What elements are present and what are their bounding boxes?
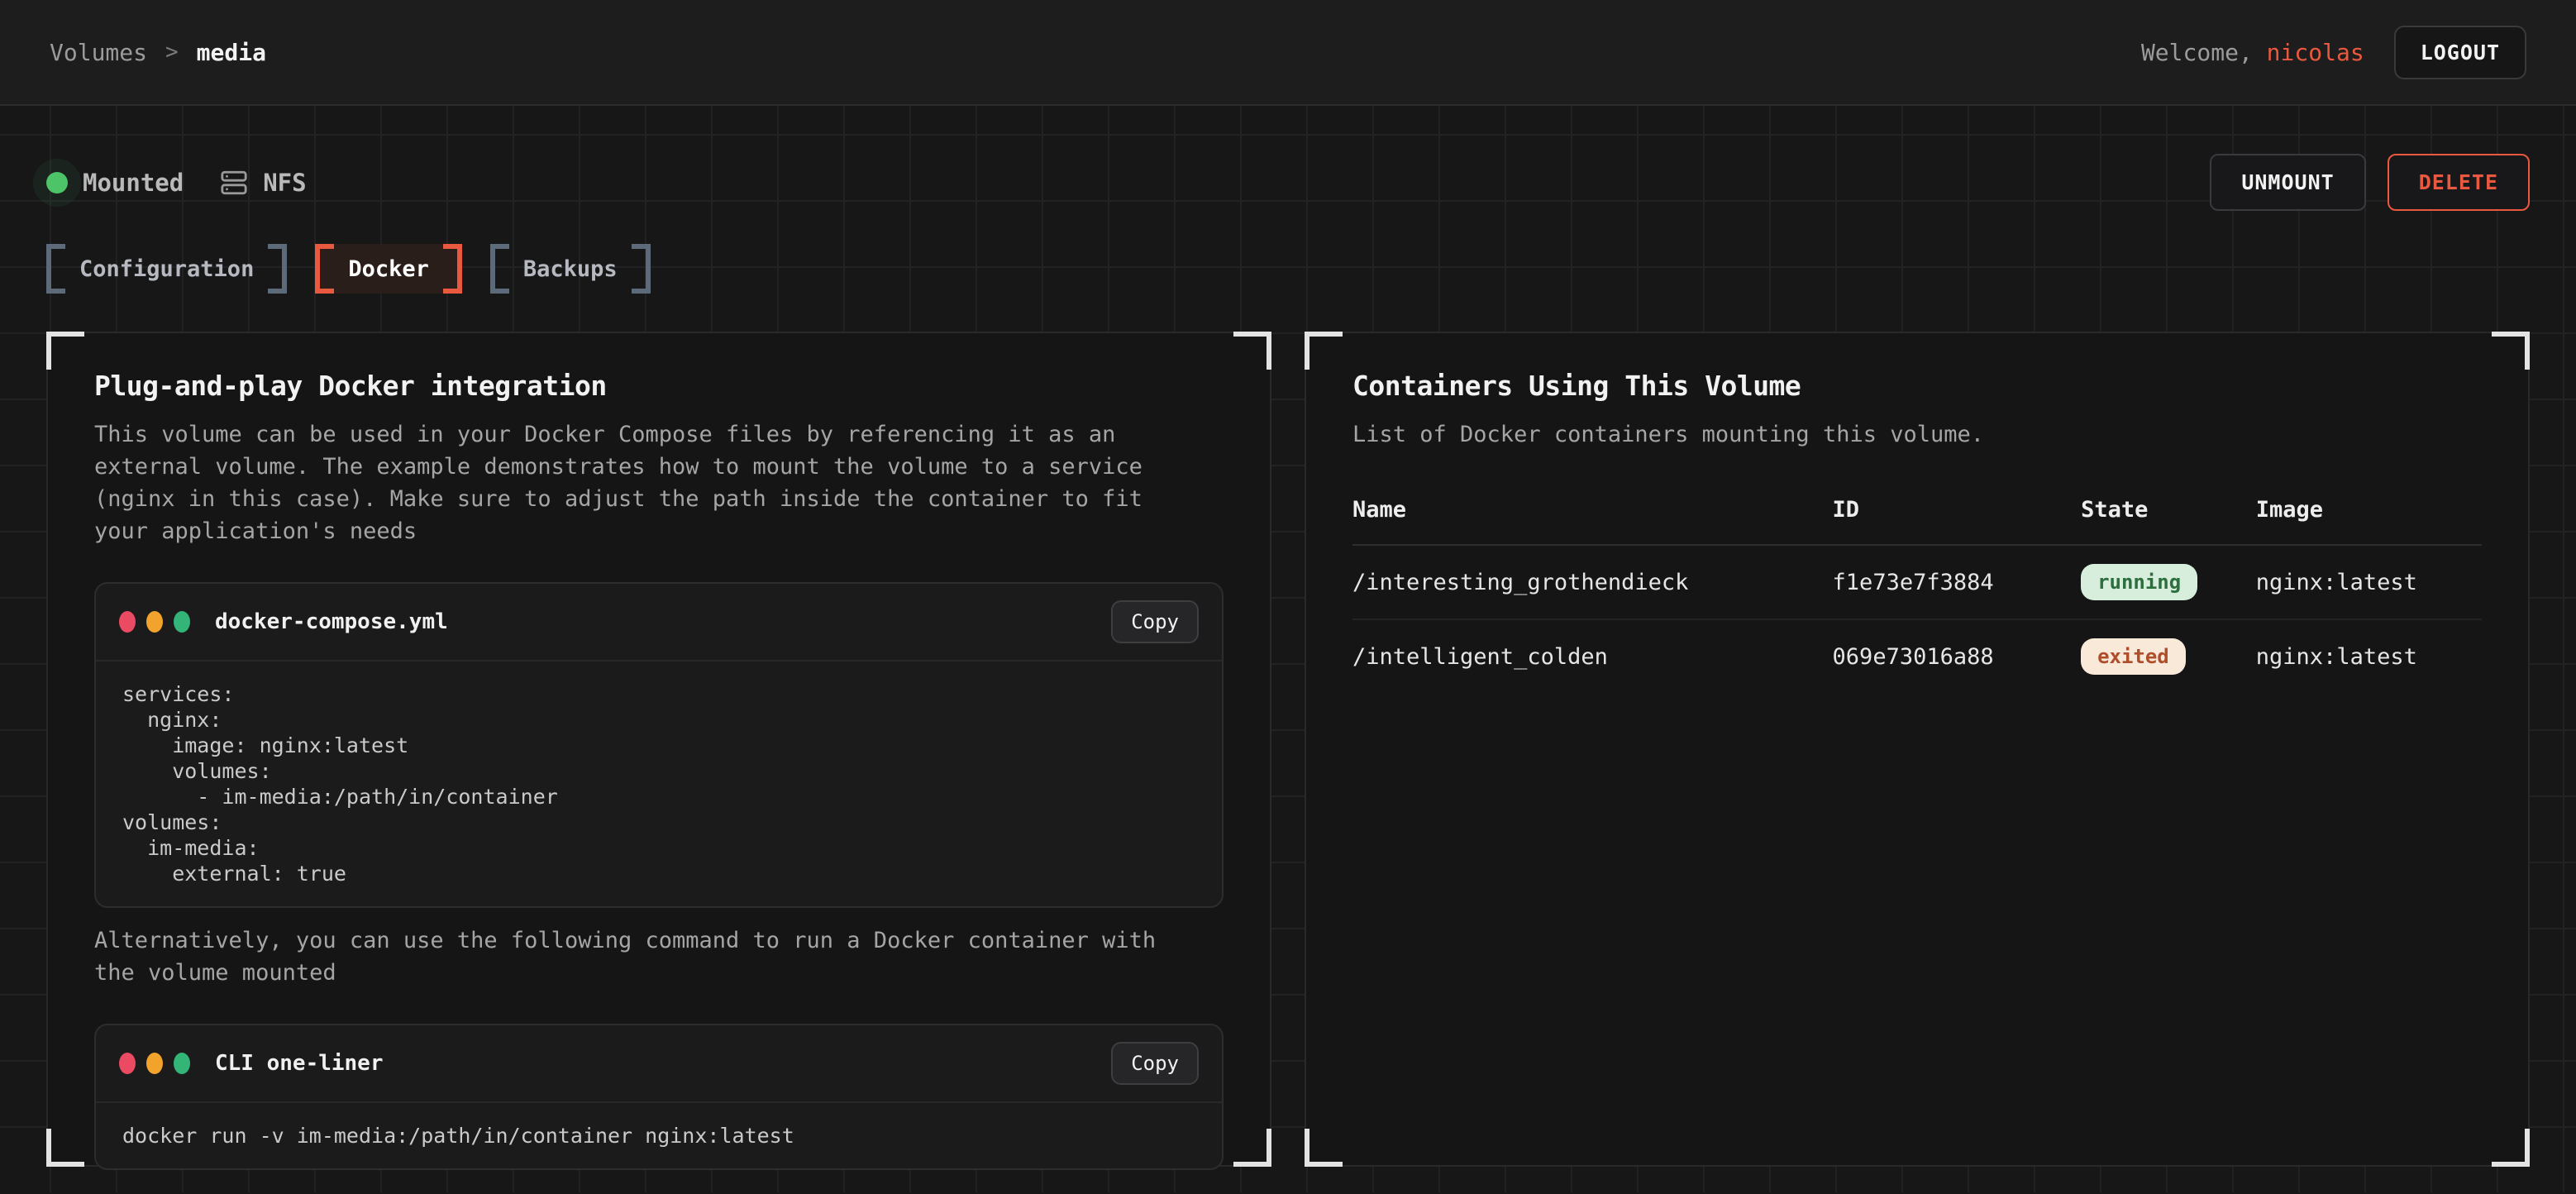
cli-code-block: CLI one-liner Copy docker run -v im-medi… [94,1024,1224,1170]
traffic-green-icon [174,611,190,633]
copy-cli-button[interactable]: Copy [1111,1042,1199,1085]
volume-status: Mounted NFS [46,169,307,197]
containers-panel-subtitle: List of Docker containers mounting this … [1352,418,2435,451]
cli-code-header: CLI one-liner Copy [96,1025,1222,1103]
docker-panel-description: This volume can be used in your Docker C… [94,418,1177,547]
logout-button[interactable]: LOGOUT [2394,26,2526,79]
filesystem-type: NFS [220,169,306,197]
cli-code-text: docker run -v im-media:/path/in/containe… [122,1123,1195,1149]
breadcrumb-volumes-link[interactable]: Volumes [50,39,147,66]
traffic-red-icon [119,611,136,633]
traffic-green-icon [174,1053,190,1074]
col-header-name: Name [1352,497,1833,523]
status-badge: running [2081,564,2197,600]
tab-bar: Configuration Docker Backups [46,244,2530,294]
corner-bracket [1305,1129,1343,1167]
cli-intro-text: Alternatively, you can use the following… [94,924,1177,989]
container-id: 069e73016a88 [1833,644,2082,670]
tab-docker[interactable]: Docker [315,244,462,294]
corner-bracket [46,1129,84,1167]
corner-bracket [1305,332,1343,370]
corner-bracket [2492,1129,2530,1167]
volume-actions: UNMOUNT DELETE [2210,154,2530,211]
tab-backups[interactable]: Backups [490,244,651,294]
corner-bracket [1233,1129,1271,1167]
traffic-yellow-icon [146,1053,163,1074]
panels: Plug-and-play Docker integration This vo… [46,332,2530,1167]
tab-configuration[interactable]: Configuration [46,244,287,294]
traffic-dots [119,611,190,633]
traffic-dots [119,1053,190,1074]
col-header-state: State [2081,497,2256,523]
compose-code-body: services: nginx: image: nginx:latest vol… [96,661,1222,906]
compose-filename: docker-compose.yml [215,609,448,634]
mount-status-label: Mounted [83,169,184,197]
compose-code-block: docker-compose.yml Copy services: nginx:… [94,582,1224,908]
status-row: Mounted NFS UNMOUNT DELETE [46,106,2530,211]
unmount-button[interactable]: UNMOUNT [2210,154,2365,211]
container-image: nginx:latest [2256,644,2482,670]
traffic-yellow-icon [146,611,163,633]
container-name: /interesting_grothendieck [1352,570,1833,595]
mount-status: Mounted [46,169,184,197]
container-id: f1e73e7f3884 [1833,570,2082,595]
chevron-right-icon: > [165,40,179,64]
container-image: nginx:latest [2256,570,2482,595]
corner-bracket [46,332,84,370]
user-area: Welcome, nicolas LOGOUT [2141,26,2526,79]
traffic-red-icon [119,1053,136,1074]
corner-bracket [2492,332,2530,370]
server-icon [220,169,248,197]
table-header-row: Name ID State Image [1352,497,2482,546]
welcome-label: Welcome, [2141,39,2267,66]
breadcrumb-current-volume: media [197,39,266,66]
col-header-id: ID [1833,497,2082,523]
docker-integration-panel: Plug-and-play Docker integration This vo… [46,332,1271,1167]
mounted-status-dot-icon [46,172,68,193]
container-name: /intelligent_colden [1352,644,1833,670]
containers-panel-title: Containers Using This Volume [1352,370,2482,402]
docker-panel-title: Plug-and-play Docker integration [94,370,1224,402]
copy-compose-button[interactable]: Copy [1111,600,1199,643]
table-row: /intelligent_colden 069e73016a88 exited … [1352,620,2482,693]
compose-code-text: services: nginx: image: nginx:latest vol… [122,681,1195,886]
welcome-text: Welcome, nicolas [2141,39,2364,66]
container-state: running [2081,564,2256,600]
status-badge: exited [2081,638,2186,675]
compose-code-header: docker-compose.yml Copy [96,584,1222,661]
containers-table: Name ID State Image /interesting_grothen… [1352,497,2482,693]
table-row: /interesting_grothendieck f1e73e7f3884 r… [1352,546,2482,620]
main-content: Mounted NFS UNMOUNT DELETE Configuration… [0,106,2576,1192]
cli-code-body: docker run -v im-media:/path/in/containe… [96,1103,1222,1168]
fs-type-label: NFS [263,169,306,197]
topbar: Volumes > media Welcome, nicolas LOGOUT [0,0,2576,106]
breadcrumb: Volumes > media [50,39,266,66]
col-header-image: Image [2256,497,2482,523]
delete-button[interactable]: DELETE [2388,154,2530,211]
containers-panel: Containers Using This Volume List of Doc… [1305,332,2530,1167]
container-state: exited [2081,638,2256,675]
cli-block-title: CLI one-liner [215,1051,384,1076]
corner-bracket [1233,332,1271,370]
username: nicolas [2267,39,2364,66]
